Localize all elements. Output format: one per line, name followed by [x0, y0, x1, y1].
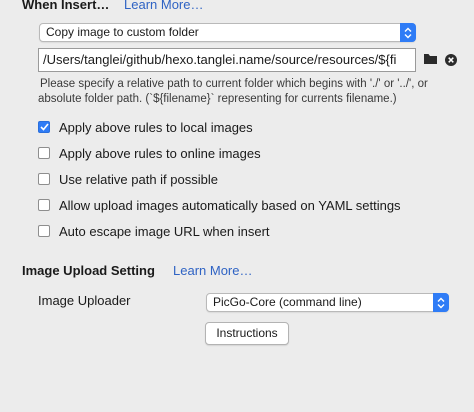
- option-apply-online-images[interactable]: Apply above rules to online images: [38, 144, 261, 162]
- option-label: Auto escape image URL when insert: [59, 223, 270, 239]
- option-auto-escape-url[interactable]: Auto escape image URL when insert: [38, 222, 270, 240]
- checkbox-checked[interactable]: [38, 121, 50, 133]
- checkbox-unchecked[interactable]: [38, 199, 50, 211]
- up-down-chevron-icon: [400, 23, 416, 42]
- checkbox-unchecked[interactable]: [38, 225, 50, 237]
- image-upload-learn-more-link[interactable]: Learn More…: [173, 263, 252, 278]
- path-hint-line-1: Please specify a relative path to curren…: [40, 78, 428, 90]
- image-uploader-label: Image Uploader: [38, 293, 131, 308]
- custom-folder-path-value: /Users/tanglei/github/hexo.tanglei.name/…: [43, 52, 397, 67]
- path-hint-line-2: absolute folder path. (`${filename}` rep…: [38, 93, 397, 105]
- option-auto-upload-yaml[interactable]: Allow upload images automatically based …: [38, 196, 401, 214]
- checkbox-unchecked[interactable]: [38, 173, 50, 185]
- option-label: Apply above rules to local images: [59, 119, 253, 135]
- image-uploader-select-value: PicGo-Core (command line): [213, 295, 362, 309]
- option-apply-local-images[interactable]: Apply above rules to local images: [38, 118, 253, 136]
- option-label: Apply above rules to online images: [59, 145, 261, 161]
- up-down-chevron-icon: [433, 293, 449, 312]
- option-label: Allow upload images automatically based …: [59, 197, 401, 213]
- checkmark-icon: [39, 123, 49, 131]
- when-insert-learn-more-link[interactable]: Learn More…: [124, 0, 203, 12]
- option-use-relative-path[interactable]: Use relative path if possible: [38, 170, 218, 188]
- checkbox-unchecked[interactable]: [38, 147, 50, 159]
- image-uploader-select[interactable]: PicGo-Core (command line): [206, 293, 449, 312]
- when-insert-heading: When Insert…: [22, 0, 110, 12]
- insert-action-select-value: Copy image to custom folder: [46, 25, 199, 39]
- image-upload-heading: Image Upload Setting: [22, 263, 155, 278]
- folder-icon[interactable]: [423, 52, 439, 66]
- clear-circle-icon[interactable]: [445, 53, 457, 66]
- custom-folder-path-input[interactable]: /Users/tanglei/github/hexo.tanglei.name/…: [38, 48, 416, 72]
- instructions-button[interactable]: Instructions: [205, 322, 289, 345]
- insert-action-select[interactable]: Copy image to custom folder: [39, 23, 416, 42]
- option-label: Use relative path if possible: [59, 171, 218, 187]
